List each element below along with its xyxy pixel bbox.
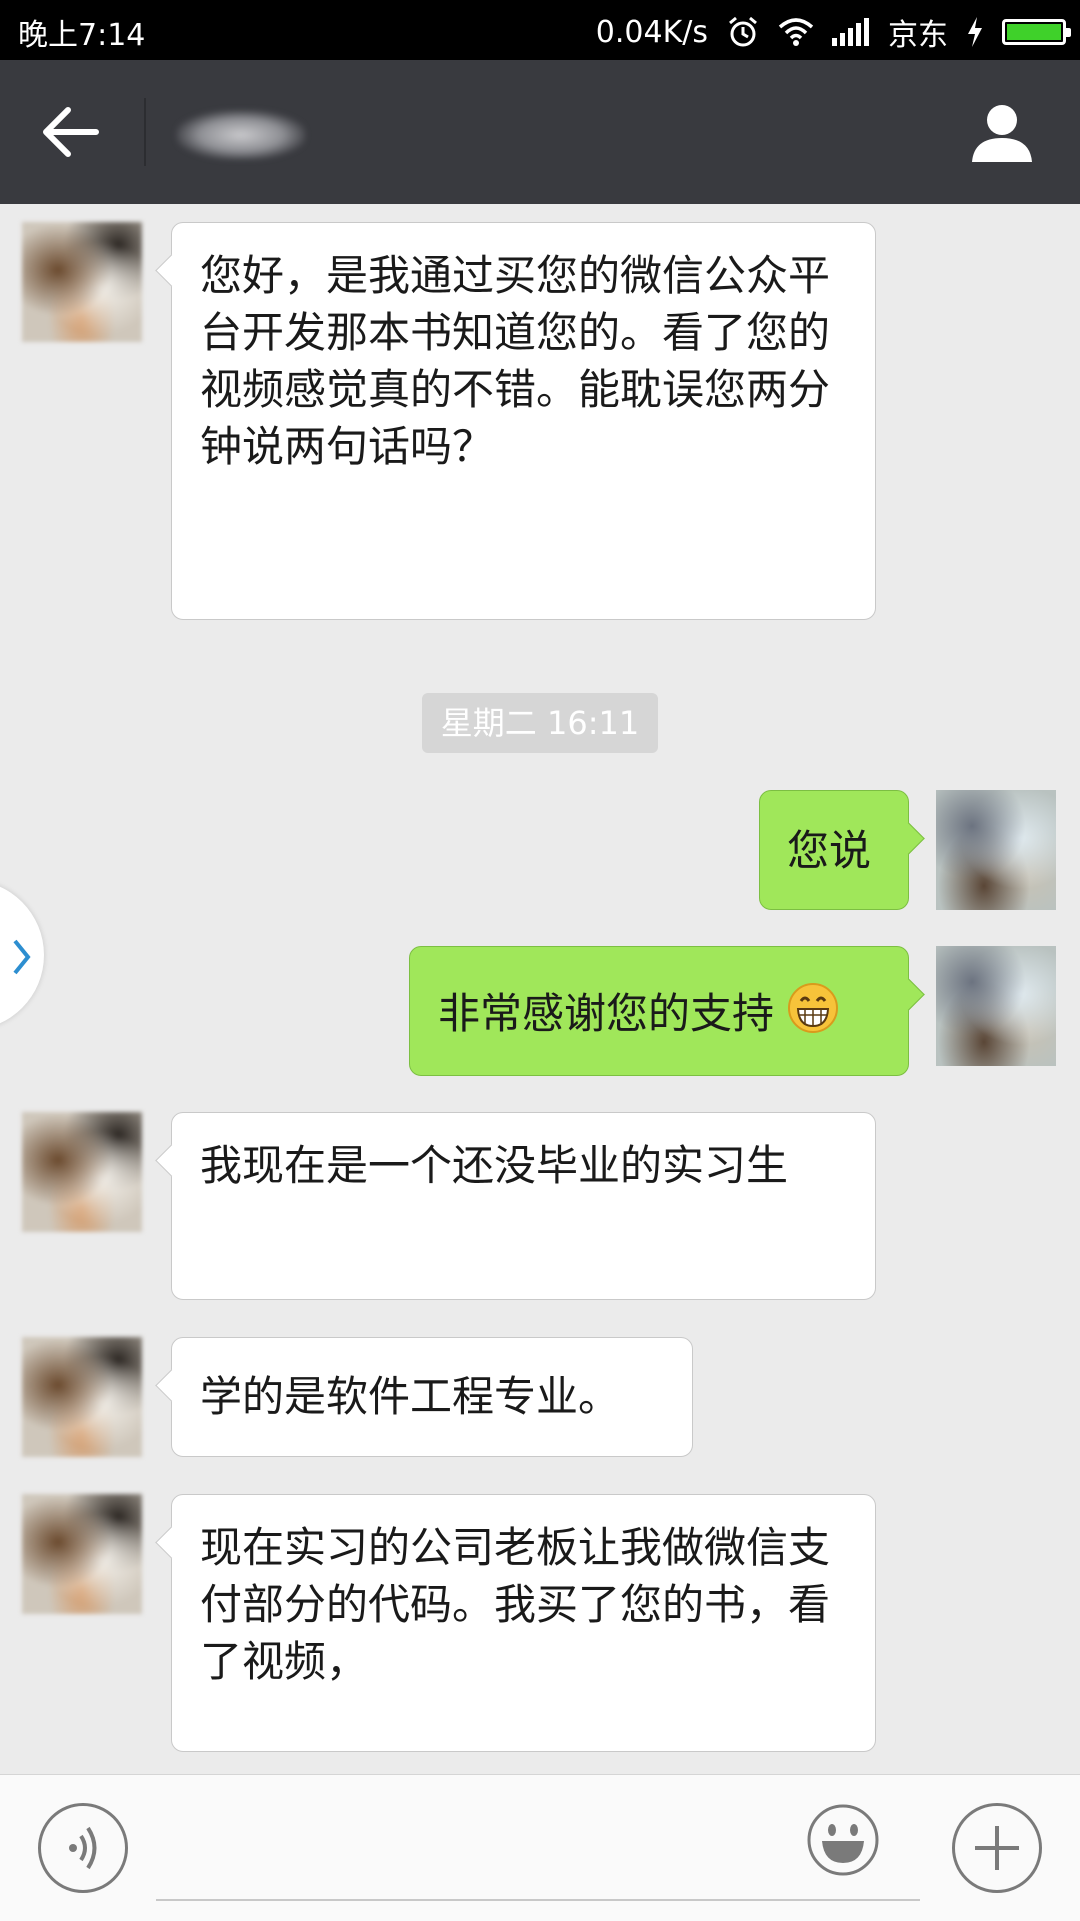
alarm-icon	[726, 15, 760, 49]
bubble-tail	[155, 1144, 188, 1177]
wifi-icon	[778, 17, 814, 47]
bubble-tail	[155, 1526, 188, 1559]
signal-icon	[832, 18, 870, 46]
input-bar	[0, 1774, 1080, 1921]
grinning-emoji	[787, 982, 839, 1048]
status-right: 0.04K/s 京东	[595, 10, 1071, 54]
bubble-tail	[892, 822, 925, 855]
network-speed: 0.04K/s	[595, 14, 708, 50]
bubble-tail	[155, 254, 188, 287]
person-icon	[972, 105, 1032, 162]
title-divider	[144, 98, 146, 166]
message-bubble[interactable]: 您说	[759, 790, 925, 910]
side-drawer-handle[interactable]	[0, 880, 44, 1030]
battery-icon	[1002, 19, 1071, 45]
message-text: 学的是软件工程专业。	[200, 1372, 621, 1421]
contact-avatar[interactable]	[22, 222, 142, 342]
plus-button[interactable]	[952, 1803, 1042, 1893]
contact-avatar[interactable]	[22, 1494, 142, 1614]
my-avatar[interactable]	[936, 790, 1056, 910]
message-text: 您说	[787, 826, 872, 875]
chevron-right-icon	[13, 939, 31, 975]
carrier-name: 京东	[888, 18, 948, 53]
plus-icon	[975, 1826, 1019, 1870]
message-bubble[interactable]: 现在实习的公司老板让我做微信支付部分的代码。我买了您的书，看了视频，	[155, 1494, 876, 1752]
profile-button[interactable]	[970, 100, 1034, 164]
my-avatar[interactable]	[936, 946, 1056, 1066]
charging-icon	[966, 17, 984, 47]
message-bubble[interactable]: 您好，是我通过买您的微信公众平台开发那本书知道您的。看了您的视频感觉真的不错。能…	[155, 222, 876, 620]
status-time: 晚上7:14	[18, 18, 146, 53]
message-bubble[interactable]: 我现在是一个还没毕业的实习生	[155, 1112, 876, 1300]
contact-name	[176, 110, 306, 160]
voice-button[interactable]	[38, 1803, 128, 1893]
message-text: 非常感谢您的支持	[438, 989, 775, 1038]
message-text: 我现在是一个还没毕业的实习生	[200, 1141, 789, 1190]
contact-avatar[interactable]	[22, 1337, 142, 1457]
bubble-tail	[155, 1369, 188, 1402]
title-bar	[0, 60, 1080, 204]
status-bar: 晚上7:14 0.04K/s 京东	[0, 0, 1080, 60]
emoji-button[interactable]	[806, 1803, 880, 1877]
bubble-tail	[892, 978, 925, 1011]
back-button[interactable]	[36, 100, 106, 164]
voice-icon	[69, 1826, 97, 1870]
battery-fill	[1007, 24, 1061, 40]
message-text: 您好，是我通过买您的微信公众平台开发那本书知道您的。看了您的视频感觉真的不错。能…	[200, 251, 831, 471]
message-bubble[interactable]: 学的是软件工程专业。	[155, 1337, 693, 1457]
message-text: 现在实习的公司老板让我做微信支付部分的代码。我买了您的书，看了视频，	[200, 1523, 831, 1686]
back-arrow-icon	[43, 107, 99, 157]
contact-avatar[interactable]	[22, 1112, 142, 1232]
message-bubble[interactable]: 非常感谢您的支持	[409, 946, 925, 1076]
timestamp: 星期二 16:11	[422, 693, 658, 753]
smiley-icon	[807, 1804, 879, 1876]
